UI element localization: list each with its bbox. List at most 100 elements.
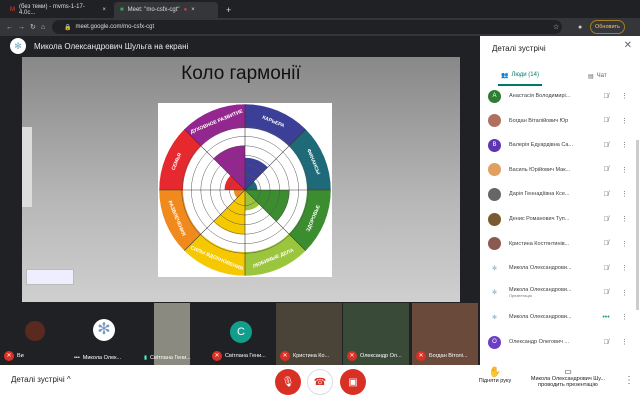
presentation-button[interactable]: ▭ Микола Олександрович Шу... проводить пр…	[522, 367, 614, 388]
slide-title: Коло гармонії	[181, 63, 301, 84]
mic-off-icon: 🎙̸	[603, 92, 609, 100]
participant-row[interactable]: ✻ Микола Олександрови... 🎙̸ ⋮	[488, 258, 633, 278]
tab-people[interactable]: 👥 Люди (14)	[498, 66, 542, 86]
participant-row[interactable]: ✻ Микола Олександрови... Презентація 🎙̸ ⋮	[488, 283, 633, 303]
mic-off-icon: ✕	[212, 351, 222, 361]
presentation-slide: Коло гармонії КАРЬЕРА ФИНАНСЫ ЗДОРОВЬЕ ЛЮБИ…	[22, 57, 460, 302]
browser-tab[interactable]: M (без теми) - mvms-1-17-4.0c... ×	[4, 2, 112, 18]
participant-name: Микола Олександрови...	[509, 265, 572, 272]
meeting-details-button[interactable]: Деталі зустрічі ^	[11, 375, 71, 384]
participant-row[interactable]: А Анастасія Володимирі... 🎙̸ ⋮	[488, 86, 633, 106]
mic-off-icon: 🎙̸	[603, 190, 609, 198]
avatar	[488, 114, 501, 128]
speaking-icon: •••	[602, 313, 610, 321]
mic-off-icon: 🎙̸	[603, 289, 609, 297]
participant-row[interactable]: Дарія Геннадіївна Ксе... 🎙̸ ⋮	[488, 184, 633, 204]
participant-tile[interactable]: ✕ Богдан Вітолі...	[412, 303, 478, 365]
participant-tile[interactable]: С ✕ Світлана Гени...	[208, 303, 274, 365]
more-options-icon[interactable]: ⋮	[621, 92, 628, 100]
participant-row[interactable]: ✻ Микола Олександрови... ••• ⋮	[488, 307, 633, 327]
more-options-icon[interactable]: ⋮	[621, 215, 628, 223]
mic-off-icon: ✕	[4, 351, 14, 361]
new-tab-button[interactable]: +	[220, 2, 237, 18]
participant-name: Василь Юрійович Мак...	[509, 166, 571, 173]
more-options-icon[interactable]: ⋮	[621, 338, 628, 346]
profile-avatar[interactable]: ●	[578, 24, 582, 31]
more-options-icon[interactable]: ⋮	[621, 264, 628, 272]
url-input[interactable]: 🔒 meet.google.com/mo-csfx-cgt	[52, 20, 562, 34]
meet-icon: ■	[120, 7, 124, 13]
avatar: ✻	[488, 286, 501, 300]
close-icon[interactable]: ×	[191, 7, 195, 13]
recording-dot-icon: ●	[183, 7, 188, 13]
tab-chat[interactable]: ▤ Чат	[588, 66, 607, 86]
browser-tab-bar: M (без теми) - mvms-1-17-4.0c... × ■ Meet: …	[0, 0, 640, 18]
hand-icon: ✋	[488, 367, 502, 378]
back-icon[interactable]: ←	[6, 24, 13, 31]
participant-tile[interactable]: ✕ Кристина Ко...	[276, 303, 342, 365]
chat-icon: ▤	[588, 73, 594, 80]
mic-off-icon: 🎙̸	[603, 264, 609, 272]
participant-name: Анастасія Володимирі...	[509, 93, 571, 99]
participant-row[interactable]: В Валерія Едуардівна Са... 🎙̸ ⋮	[488, 135, 633, 155]
participant-row[interactable]: Денис Романович Туп... 🎙̸ ⋮	[488, 209, 633, 229]
avatar: ✻	[10, 38, 26, 54]
present-icon: ▭	[564, 367, 572, 376]
more-options-icon[interactable]: ⋮	[621, 240, 628, 248]
browser-tab-active[interactable]: ■ Meet: "mo-csfx-cgt" ● ×	[114, 2, 218, 18]
mic-off-icon: 🎙̸	[603, 166, 609, 174]
more-options-icon[interactable]: ⋮	[621, 289, 628, 297]
people-icon: 👥	[501, 72, 509, 79]
audio-level-icon: ▮	[144, 355, 148, 361]
bottom-bar: Деталі зустрічі ^ 🎙 ☎ ▣ ✋ Підняти руку ▭ М…	[0, 365, 640, 400]
wheel-level-fill	[213, 190, 245, 235]
home-icon[interactable]: ⌂	[41, 24, 45, 31]
mic-off-icon: ✕	[416, 351, 426, 361]
avatar: В	[488, 138, 501, 152]
avatar	[488, 163, 501, 177]
avatar	[488, 212, 501, 226]
panel-title: Деталі зустрічі	[492, 44, 546, 53]
update-button[interactable]: Обновить	[590, 20, 625, 34]
close-icon[interactable]: ×	[102, 7, 106, 13]
more-options-icon[interactable]: ⋮	[624, 375, 634, 386]
participant-tile[interactable]: ✻ ••• Микола Олек...	[70, 303, 136, 365]
avatar: А	[488, 89, 501, 103]
gmail-icon: M	[10, 7, 15, 13]
scrollbar[interactable]	[636, 140, 639, 310]
participant-row[interactable]: Кристина Костянтинів... 🎙̸ ⋮	[488, 234, 633, 254]
mic-off-icon: 🎙̸	[603, 338, 609, 346]
close-icon[interactable]: ✕	[624, 40, 632, 51]
slide-navigation-widget[interactable]	[26, 269, 74, 285]
camera-toggle-button[interactable]: ▣	[340, 369, 366, 395]
hangup-icon: ☎	[313, 376, 327, 388]
raise-hand-button[interactable]: ✋ Підняти руку	[470, 367, 520, 384]
more-options-icon[interactable]: ⋮	[621, 117, 628, 125]
leave-call-button[interactable]: ☎	[307, 369, 333, 395]
mic-off-icon: 🎙̸	[603, 240, 609, 248]
speaking-icon: •••	[74, 355, 80, 361]
reload-icon[interactable]: ↻	[30, 23, 36, 31]
participant-name: Денис Романович Туп...	[509, 216, 570, 222]
mic-off-icon: 🎙	[281, 376, 295, 388]
participant-name: Валерія Едуардівна Са...	[509, 142, 573, 149]
avatar: ✻	[93, 319, 115, 341]
participant-name: Микола Олександрови...	[509, 314, 572, 321]
mic-toggle-button[interactable]: 🎙	[275, 369, 301, 395]
annotation-toolbar[interactable]	[22, 127, 32, 207]
avatar	[488, 187, 501, 201]
participant-tile[interactable]: ▮ Світлана Гени...	[140, 303, 206, 365]
participant-tile[interactable]: ✕ Ви	[0, 303, 66, 365]
presenter-banner: ✻ Микола Олександрович Шульга на екрані	[10, 38, 188, 54]
participant-tile[interactable]: ✕ Олександр Ол...	[343, 303, 409, 365]
more-options-icon[interactable]: ⋮	[621, 190, 628, 198]
participant-row[interactable]: Богдан Віталійович Юр 🎙̸ ⋮	[488, 111, 633, 131]
participant-name: Дарія Геннадіївна Ксе...	[509, 191, 570, 198]
star-icon[interactable]: ☆	[553, 23, 559, 31]
participant-row[interactable]: О Олександр Олегович ... 🎙̸ ⋮	[488, 332, 633, 352]
more-options-icon[interactable]: ⋮	[621, 141, 628, 149]
participant-row[interactable]: Василь Юрійович Мак... 🎙̸ ⋮	[488, 160, 633, 180]
more-options-icon[interactable]: ⋮	[621, 166, 628, 174]
forward-icon[interactable]: →	[18, 24, 25, 31]
more-options-icon[interactable]: ⋮	[621, 313, 628, 321]
